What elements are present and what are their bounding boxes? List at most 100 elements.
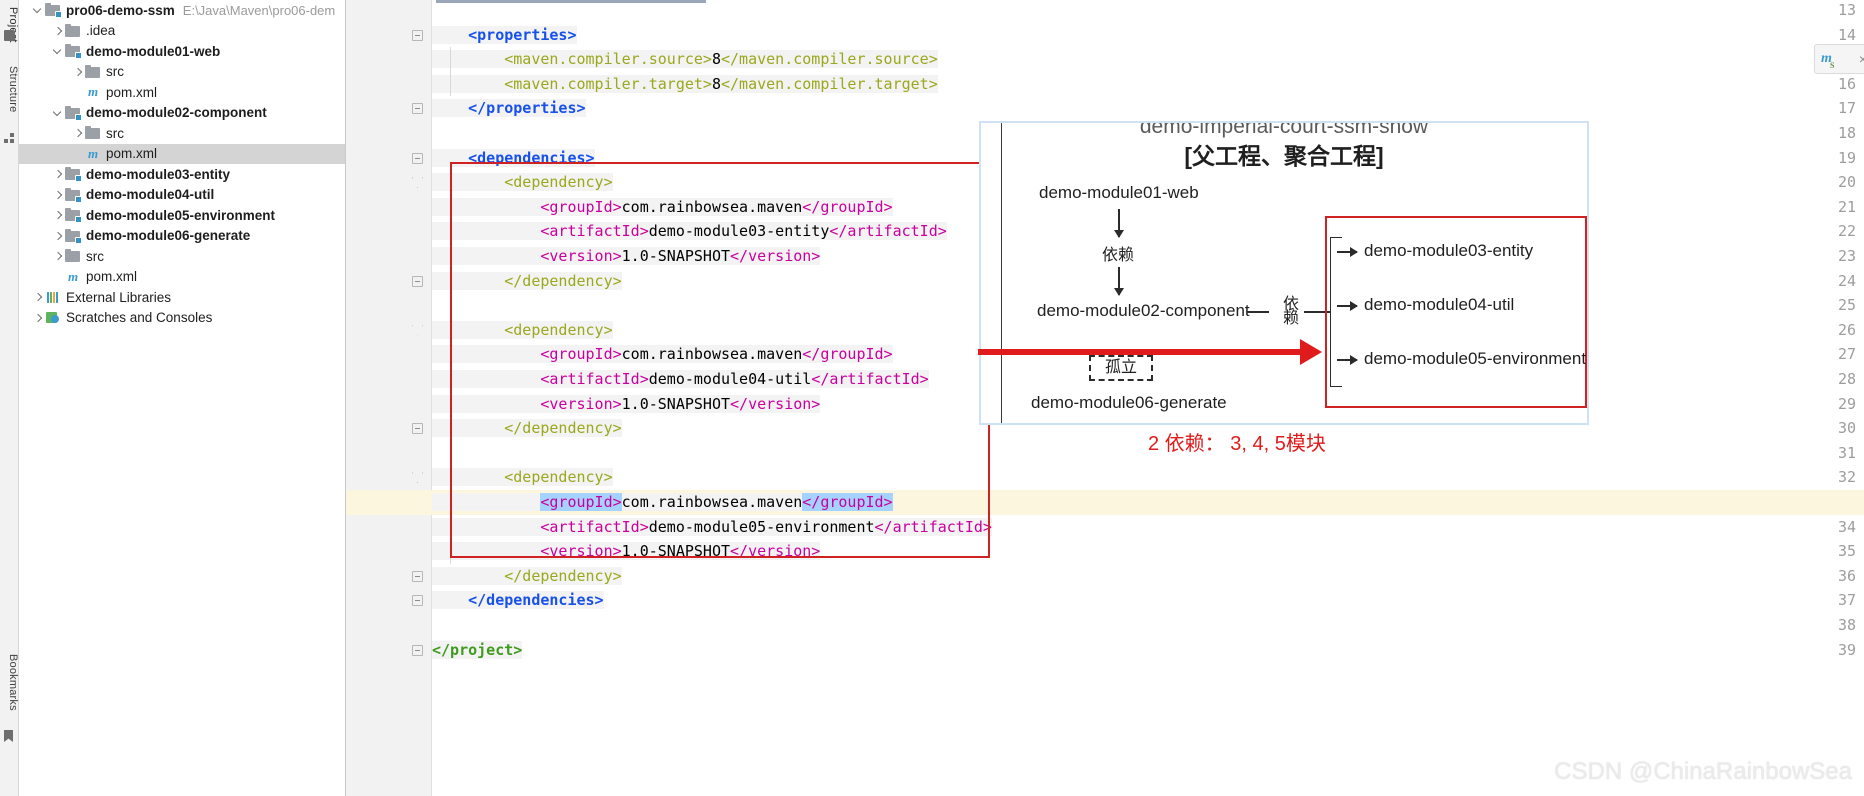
diagram-right-module-label: demo-module03-entity bbox=[1364, 241, 1534, 260]
tree-row-label: pro06-demo-ssm bbox=[66, 2, 175, 18]
fold-marker[interactable] bbox=[410, 318, 425, 343]
chevron-down-icon[interactable] bbox=[51, 103, 65, 123]
maven-file-icon: m bbox=[87, 84, 99, 100]
tree-row-label: Scratches and Consoles bbox=[66, 310, 213, 326]
diagram-node-component: demo-module02-component bbox=[1037, 301, 1250, 320]
diagram-node-web: demo-module01-web bbox=[1039, 183, 1199, 202]
chevron-right-icon[interactable] bbox=[31, 287, 45, 307]
project-folder-icon bbox=[4, 30, 15, 41]
code-line[interactable]: </dependency> bbox=[432, 416, 622, 441]
bookmark-icon bbox=[4, 730, 13, 742]
fold-marker[interactable] bbox=[410, 416, 425, 441]
diagram-right-module-label: demo-module04-util bbox=[1364, 295, 1515, 314]
code-line[interactable]: <properties> bbox=[432, 23, 577, 48]
code-line[interactable]: </properties> bbox=[432, 96, 586, 121]
chevron-right-icon[interactable] bbox=[71, 123, 85, 143]
code-line[interactable]: <groupId>com.rainbowsea.maven</groupId> bbox=[432, 490, 893, 515]
indent-guide bbox=[450, 47, 451, 97]
code-line[interactable]: <maven.compiler.source>8</maven.compiler… bbox=[432, 47, 938, 72]
project-tree-panel[interactable]: pro06-demo-ssm E:\Java\Maven\pro06-dem .id… bbox=[19, 0, 346, 796]
chevron-down-icon[interactable] bbox=[51, 41, 65, 61]
tree-row-label: pom.xml bbox=[106, 146, 158, 162]
annotation-caption: 2 依赖： 3, 4, 5模块 bbox=[1148, 433, 1326, 455]
chevron-right-icon[interactable] bbox=[51, 246, 65, 266]
fold-marker[interactable] bbox=[410, 96, 425, 121]
module-folder-icon bbox=[65, 105, 82, 121]
tree-root-path: E:\Java\Maven\pro06-dem bbox=[182, 2, 336, 18]
fold-marker[interactable] bbox=[410, 170, 425, 195]
code-line[interactable]: <maven.compiler.target>8</maven.compiler… bbox=[432, 72, 938, 97]
tree-row-label: pom.xml bbox=[106, 84, 158, 100]
tree-row[interactable]: .idea bbox=[19, 21, 345, 42]
tree-row[interactable]: demo-module04-util bbox=[19, 185, 345, 206]
maven-icon: mS bbox=[1821, 51, 1835, 70]
tree-row[interactable]: src bbox=[19, 123, 345, 144]
module-folder-icon bbox=[45, 3, 62, 19]
fold-marker[interactable] bbox=[410, 146, 425, 171]
tree-row[interactable]: m pom.xml bbox=[19, 143, 345, 164]
code-line[interactable]: <dependency> bbox=[432, 465, 613, 490]
indent-guide bbox=[450, 490, 451, 564]
code-line[interactable]: <dependencies> bbox=[432, 146, 595, 171]
code-line[interactable]: <version>1.0-SNAPSHOT</version> bbox=[432, 244, 821, 269]
tool-tab-project[interactable]: Project bbox=[0, 2, 19, 48]
tree-row[interactable]: m pom.xml bbox=[19, 267, 345, 288]
code-line[interactable]: <artifactId>demo-module03-entity</artifa… bbox=[432, 219, 947, 244]
fold-marker[interactable] bbox=[410, 23, 425, 48]
tree-row[interactable]: External Libraries bbox=[19, 287, 345, 308]
code-line[interactable]: </dependency> bbox=[432, 269, 622, 294]
tree-row[interactable]: src bbox=[19, 246, 345, 267]
code-line[interactable]: <dependency> bbox=[432, 170, 613, 195]
chevron-right-icon[interactable] bbox=[51, 205, 65, 225]
tree-row[interactable]: demo-module03-entity bbox=[19, 164, 345, 185]
module-folder-icon bbox=[65, 228, 82, 244]
tree-row[interactable]: pro06-demo-ssm E:\Java\Maven\pro06-dem bbox=[19, 0, 345, 21]
chevron-right-icon[interactable] bbox=[51, 226, 65, 246]
tree-row-label: demo-module01-web bbox=[86, 43, 221, 59]
annotation-arrow-shaft bbox=[978, 349, 1302, 355]
code-line[interactable]: <groupId>com.rainbowsea.maven</groupId> bbox=[432, 195, 893, 220]
editor-gutter[interactable] bbox=[346, 0, 406, 796]
tree-row[interactable]: Scratches and Consoles bbox=[19, 308, 345, 329]
fold-marker[interactable] bbox=[410, 269, 425, 294]
module-folder-icon bbox=[65, 44, 82, 60]
tool-tab-structure[interactable]: Structure bbox=[0, 52, 19, 126]
chevron-right-icon[interactable] bbox=[71, 62, 85, 82]
project-tree-rows[interactable]: pro06-demo-ssm E:\Java\Maven\pro06-dem .id… bbox=[19, 0, 345, 328]
fold-marker[interactable] bbox=[410, 588, 425, 613]
diagram-edge-label-right: 依赖 bbox=[1280, 295, 1297, 323]
tree-row[interactable]: m pom.xml bbox=[19, 82, 345, 103]
tree-row[interactable]: demo-module06-generate bbox=[19, 226, 345, 247]
tree-row[interactable]: demo-module05-environment bbox=[19, 205, 345, 226]
tree-row[interactable]: src bbox=[19, 62, 345, 83]
code-line[interactable]: </dependencies> bbox=[432, 588, 604, 613]
code-line[interactable]: </project> bbox=[432, 638, 523, 663]
code-line[interactable]: <artifactId>demo-module05-environment</a… bbox=[432, 515, 992, 540]
code-line[interactable]: <groupId>com.rainbowsea.maven</groupId> bbox=[432, 342, 893, 367]
caret-line-gutter-highlight bbox=[346, 490, 432, 515]
tree-row[interactable]: demo-module01-web bbox=[19, 41, 345, 62]
diagram-module-arrow bbox=[1337, 355, 1358, 364]
code-line[interactable]: <version>1.0-SNAPSHOT</version> bbox=[432, 392, 821, 417]
code-line[interactable]: <dependency> bbox=[432, 318, 613, 343]
scratches-icon bbox=[45, 311, 61, 325]
code-line[interactable]: <version>1.0-SNAPSHOT</version> bbox=[432, 539, 821, 564]
diagram-connector-line bbox=[1247, 311, 1269, 313]
left-tool-strip: Project Structure Bookmarks bbox=[0, 0, 19, 796]
chevron-right-icon[interactable] bbox=[51, 185, 65, 205]
maven-reload-widget[interactable]: mS × bbox=[1814, 44, 1864, 74]
chevron-right-icon[interactable] bbox=[51, 21, 65, 41]
fold-marker[interactable] bbox=[410, 564, 425, 589]
diagram-arrow-web-to-label bbox=[1114, 209, 1123, 238]
chevron-right-icon[interactable] bbox=[31, 308, 45, 328]
code-line[interactable]: <artifactId>demo-module04-util</artifact… bbox=[432, 367, 929, 392]
close-icon[interactable]: × bbox=[1859, 52, 1864, 66]
code-line[interactable]: </dependency> bbox=[432, 564, 622, 589]
chevron-right-icon[interactable] bbox=[51, 164, 65, 184]
chevron-down-icon[interactable] bbox=[31, 0, 45, 20]
tree-row[interactable]: demo-module02-component bbox=[19, 103, 345, 124]
diagram-node-generate: demo-module06-generate bbox=[1031, 393, 1227, 412]
tool-tab-bookmarks[interactable]: Bookmarks bbox=[0, 640, 19, 724]
fold-marker[interactable] bbox=[410, 638, 425, 663]
fold-marker[interactable] bbox=[410, 465, 425, 490]
